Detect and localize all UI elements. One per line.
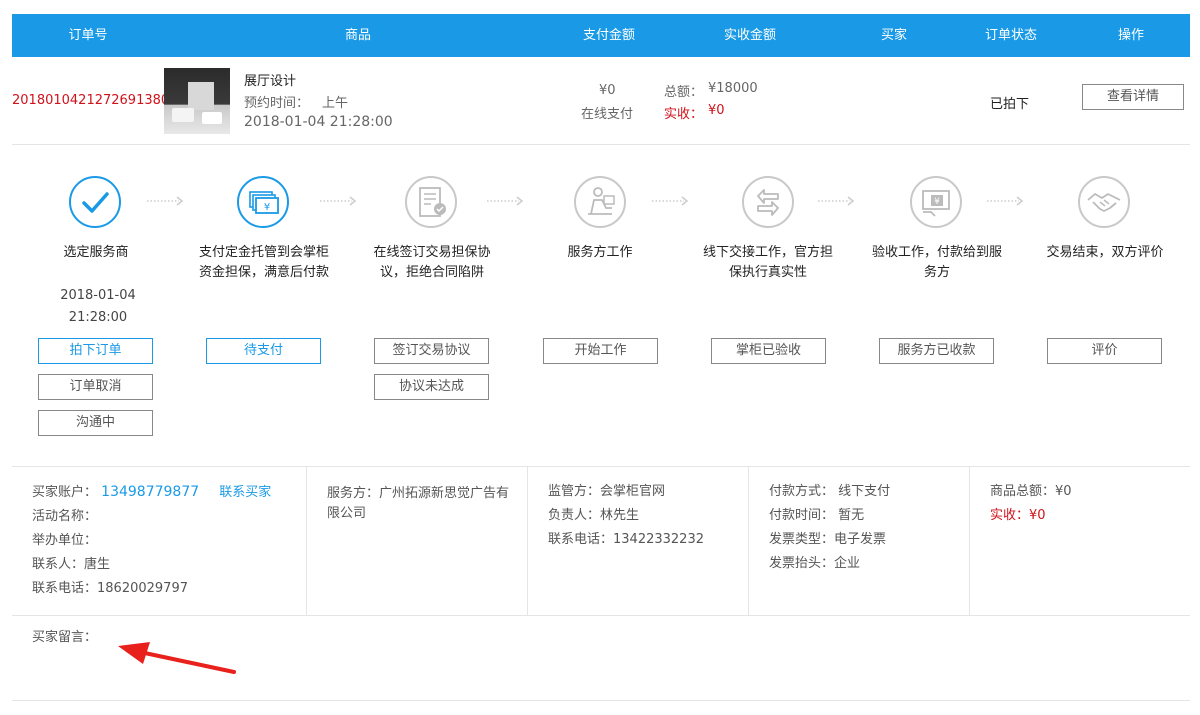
- cancel-order-button[interactable]: 订单取消: [38, 374, 153, 400]
- order-info-section: 买家账户： 13498779877 联系买家 活动名称： 举办单位： 联系人：唐…: [12, 466, 1190, 616]
- header-buyer: 买家: [880, 28, 907, 43]
- step-arrow: [987, 196, 1024, 206]
- provider-info: 服务方：广州拓源新思觉广告有 限公司: [307, 467, 528, 616]
- step-arrow: [487, 196, 524, 206]
- product-thumbnail[interactable]: [164, 68, 230, 134]
- order-number[interactable]: 2018010421272691380: [12, 93, 169, 108]
- payment-icon: ¥: [910, 176, 962, 228]
- start-work-button[interactable]: 开始工作: [543, 338, 658, 364]
- received-label: 实收：: [664, 107, 704, 122]
- agreement-failed-button[interactable]: 协议未达成: [374, 374, 489, 400]
- review-button[interactable]: 评价: [1047, 338, 1162, 364]
- provider-line2: 限公司: [327, 506, 367, 521]
- payment-method: 付款方式： 线下支付: [769, 484, 891, 499]
- supervisor-phone: 联系电话：13422332232: [548, 532, 704, 547]
- header-order-status: 订单状态: [984, 28, 1037, 43]
- supervisor: 监管方：会掌柜官网: [548, 484, 666, 499]
- pay-amount: ¥0: [599, 83, 616, 98]
- buyer-account-label: 买家账户：: [32, 485, 98, 500]
- order-datetime: 2018-01-04 21:28:00: [244, 114, 393, 130]
- organizer: 举办单位：: [32, 533, 98, 548]
- table-header: 订单号 商品 支付金额 实收金额 买家 订单状态 操作: [12, 14, 1190, 57]
- product-name[interactable]: 展厅设计: [244, 70, 296, 89]
- view-detail-button[interactable]: 查看详情: [1082, 84, 1184, 110]
- step-arrow: [320, 196, 357, 206]
- sign-agreement-button[interactable]: 签订交易协议: [374, 338, 489, 364]
- invoice-type: 发票类型：电子发票: [769, 532, 887, 547]
- step-title-5: 线下交接工作，官方担 保执行真实性: [702, 245, 833, 280]
- payment-info: 付款方式： 线下支付 付款时间： 暂无 发票类型：电子发票 发票抬头：企业: [749, 467, 970, 616]
- header-received-amount: 实收金额: [723, 28, 776, 43]
- step-title-6: 验收工作，付款给到服 务方: [871, 245, 1002, 280]
- worker-icon: [574, 176, 626, 228]
- step-arrow: [652, 196, 689, 206]
- step-arrow: [147, 196, 184, 206]
- money-icon: ¥: [237, 176, 289, 228]
- goods-total: 商品总额：¥0: [990, 484, 1072, 499]
- buyer-phone: 联系电话：18620029797: [32, 581, 188, 596]
- header-goods: 商品: [344, 28, 371, 43]
- reserve-value: 上午: [322, 96, 349, 111]
- buyer-account-value: 13498779877: [101, 484, 200, 500]
- bottom-divider: [12, 700, 1190, 701]
- contract-icon: [405, 176, 457, 228]
- invoice-title: 发票抬头：企业: [769, 556, 861, 571]
- provider-received-button[interactable]: 服务方已收款: [879, 338, 994, 364]
- step-title-3: 在线签订交易担保协 议，拒绝合同陷阱: [373, 245, 491, 280]
- annotation-arrow-icon: [118, 642, 236, 674]
- reserve-label: 预约时间：: [244, 96, 310, 111]
- supervisor-person: 负责人：林先生: [548, 508, 640, 523]
- step-title-7: 交易结束，双方评价: [1046, 245, 1164, 260]
- handshake-icon: [1078, 176, 1130, 228]
- total-label: 总额：: [664, 85, 704, 100]
- pending-payment-button[interactable]: 待支付: [206, 338, 321, 364]
- provider-line1: 服务方：广州拓源新思觉广告有: [327, 486, 510, 501]
- step1-date: 2018-01-04 21:28:00: [60, 288, 136, 325]
- received-value: ¥0: [708, 103, 725, 118]
- header-operation: 操作: [1117, 28, 1144, 43]
- activity-name: 活动名称：: [32, 509, 98, 524]
- svg-text:¥: ¥: [934, 197, 940, 207]
- step-title-4: 服务方工作: [567, 245, 633, 260]
- header-pay-amount: 支付金额: [582, 28, 635, 43]
- buyer-info: 买家账户： 13498779877 联系买家 活动名称： 举办单位： 联系人：唐…: [12, 467, 307, 616]
- amount-info: 商品总额：¥0 实收：¥0: [970, 467, 1190, 616]
- step-arrow: [818, 196, 855, 206]
- supervisor-info: 监管方：会掌柜官网 负责人：林先生 联系电话：13422332232: [528, 467, 749, 616]
- inspected-button[interactable]: 掌柜已验收: [711, 338, 826, 364]
- header-order-no: 订单号: [68, 28, 108, 43]
- exchange-icon: [742, 176, 794, 228]
- contact-person: 联系人：唐生: [32, 557, 111, 572]
- received-total: 实收：¥0: [990, 508, 1046, 523]
- order-status: 已拍下: [990, 97, 1030, 112]
- contact-buyer-link[interactable]: 联系买家: [219, 485, 271, 500]
- communicating-button[interactable]: 沟通中: [38, 410, 153, 436]
- svg-text:¥: ¥: [264, 202, 270, 213]
- total-value: ¥18000: [708, 81, 758, 96]
- buyer-remark-label: 买家留言：: [32, 630, 98, 645]
- place-order-button[interactable]: 拍下订单: [38, 338, 153, 364]
- payment-time: 付款时间： 暂无: [769, 508, 865, 523]
- step-title-1: 选定服务商: [63, 245, 129, 260]
- pay-method: 在线支付: [581, 107, 634, 122]
- step-title-2: 支付定金托管到会掌柜 资金担保，满意后付款: [198, 245, 329, 280]
- check-icon: [69, 176, 121, 228]
- order-row: 2018010421272691380 展厅设计 预约时间： 上午 2018-0…: [12, 57, 1190, 145]
